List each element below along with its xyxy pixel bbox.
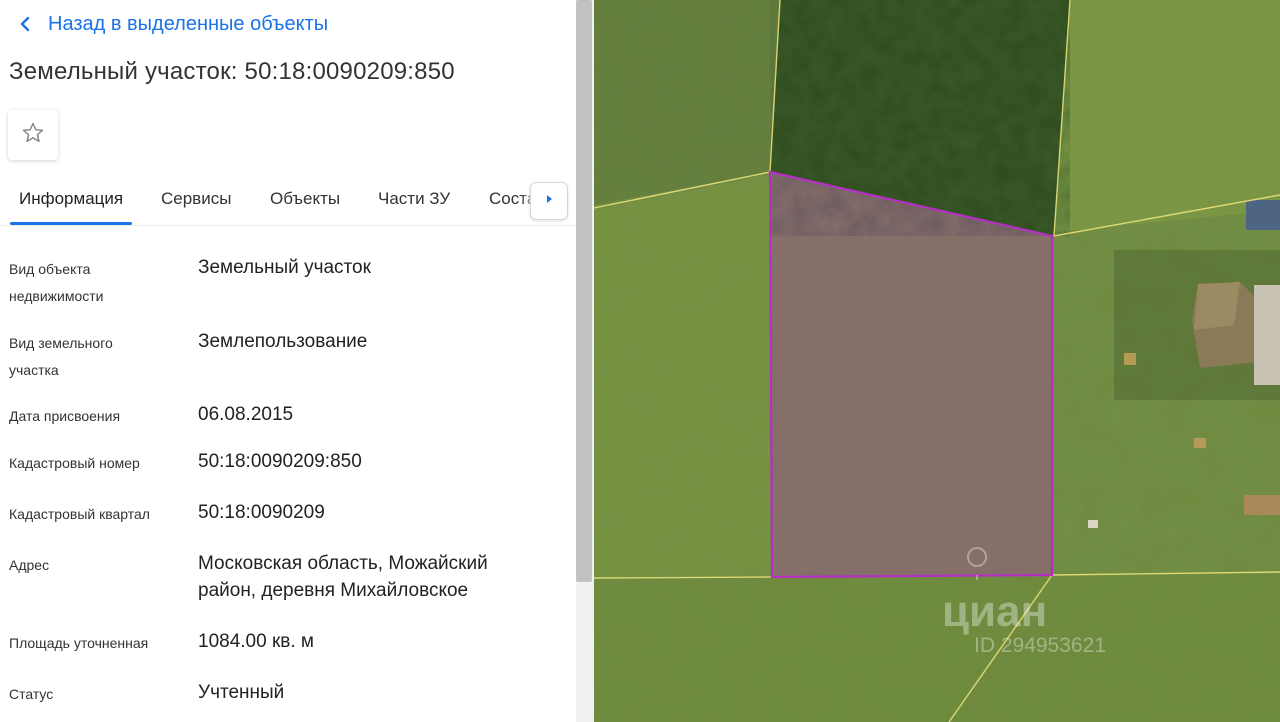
page-title: Земельный участок: 50:18:0090209:850 <box>9 58 455 85</box>
star-outline-icon <box>21 121 45 150</box>
value-cadastral-number: 50:18:0090209:850 <box>198 451 362 472</box>
map-canvas[interactable]: циан ID 294953621 <box>594 0 1280 722</box>
selected-parcel[interactable] <box>768 170 1054 579</box>
tabs-bar: Информация Сервисы Объекты Части ЗУ Сост… <box>0 176 576 226</box>
tab-services[interactable]: Сервисы <box>161 189 231 209</box>
label-status: Статус <box>9 686 54 702</box>
label-address: Адрес <box>9 557 50 573</box>
value-land-type: Землепользование <box>198 331 368 352</box>
svg-text:ID 294953621: ID 294953621 <box>974 634 1106 657</box>
active-tab-indicator <box>10 222 132 225</box>
satellite-map[interactable]: циан ID 294953621 <box>594 0 1280 722</box>
panel-scrollbar-thumb[interactable] <box>576 0 592 582</box>
info-panel: Назад в выделенные объекты Земельный уча… <box>0 0 576 722</box>
value-object-type: Земельный участок <box>198 257 371 278</box>
label-cadastral-number: Кадастровый номер <box>9 455 140 471</box>
tab-information[interactable]: Информация <box>19 189 123 209</box>
svg-text:циан: циан <box>942 587 1047 636</box>
label-cadastral-quarter: Кадастровый квартал <box>9 506 150 522</box>
value-cadastral-quarter: 50:18:0090209 <box>198 502 325 523</box>
tabs-scroll-right-button[interactable] <box>530 182 568 220</box>
tab-objects[interactable]: Объекты <box>270 189 340 209</box>
label-object-type: Вид объекта недвижимости <box>9 261 104 304</box>
label-area: Площадь уточненная <box>9 635 149 651</box>
value-assign-date: 06.08.2015 <box>198 404 294 425</box>
label-assign-date: Дата присвоения <box>9 408 121 424</box>
value-address: Московская область, Можайский район, дер… <box>198 553 488 601</box>
favorite-button[interactable] <box>8 110 58 160</box>
label-land-type: Вид земельного участка <box>9 335 113 378</box>
value-area: 1084.00 кв. м <box>198 631 314 652</box>
back-link[interactable]: Назад в выделенные объекты <box>14 10 328 38</box>
value-status: Учтенный <box>198 682 285 703</box>
back-link-label[interactable]: Назад в выделенные объекты <box>48 13 328 36</box>
chevron-left-icon <box>14 16 36 32</box>
tab-parts[interactable]: Части ЗУ <box>378 189 450 209</box>
chevron-right-icon <box>544 192 554 210</box>
